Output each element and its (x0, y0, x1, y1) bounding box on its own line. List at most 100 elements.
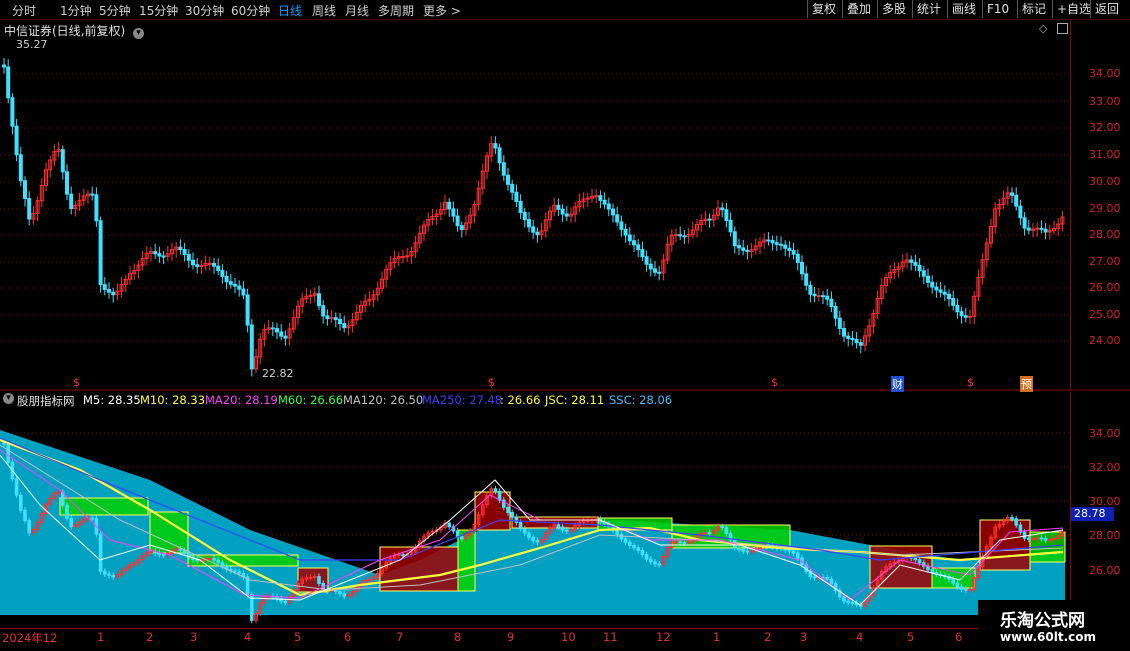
y-tick: 29.00 (1089, 202, 1121, 215)
candle (720, 207, 725, 211)
candle (60, 149, 65, 173)
candle (321, 305, 326, 317)
candle (917, 559, 922, 564)
candle (27, 198, 32, 220)
candle (65, 504, 69, 519)
candle (317, 575, 321, 584)
candle (1022, 217, 1027, 229)
candle (245, 294, 250, 326)
candle (27, 520, 31, 534)
date-label: 6 (344, 630, 352, 644)
y-tick: 32.00 (1089, 461, 1121, 474)
y-tick: 26.00 (1089, 281, 1121, 294)
candle (963, 315, 968, 318)
candle (842, 328, 846, 337)
candle (401, 256, 405, 259)
candle (157, 253, 162, 257)
candle (460, 535, 464, 540)
candle (791, 250, 796, 255)
candle (968, 315, 972, 318)
candle (455, 215, 460, 227)
candle (518, 200, 523, 213)
candle (724, 526, 729, 535)
candle (745, 550, 750, 553)
ma20-value: MA20: 28.19 (205, 393, 278, 407)
finance-report-marker[interactable]: 财 (891, 376, 904, 392)
candle (325, 315, 330, 320)
candle (737, 245, 741, 249)
candle (2, 64, 6, 68)
candle (535, 540, 540, 543)
candle (657, 563, 662, 566)
candle (212, 262, 216, 267)
date-label: 3 (190, 630, 198, 644)
candle (606, 203, 611, 210)
candle (926, 275, 930, 283)
candle (228, 281, 233, 285)
candle (556, 524, 561, 528)
candle (636, 244, 641, 251)
candle (938, 289, 943, 293)
y-tick: 34.00 (1089, 427, 1121, 440)
jsc-value: JSC: 28.11 (545, 393, 605, 407)
watermark: 乐淘公式网 www.60lt.com (978, 600, 1130, 650)
indicator-name[interactable]: 股朋指标网 (17, 393, 75, 409)
candle (182, 249, 187, 255)
m5-value: M5: 28.35 (83, 393, 141, 407)
candle (208, 558, 212, 561)
candle (90, 193, 95, 196)
candle (564, 213, 569, 217)
candle (585, 197, 590, 200)
candle (523, 528, 527, 534)
kline-chart[interactable] (0, 0, 1130, 650)
candle (6, 443, 10, 463)
candle (930, 569, 935, 574)
candle (459, 225, 464, 230)
candle (854, 339, 859, 344)
candle (623, 228, 628, 236)
candle (602, 199, 607, 205)
candle (707, 218, 712, 221)
candle (531, 536, 536, 542)
candle (1043, 538, 1048, 541)
candle (951, 298, 956, 306)
candle (770, 240, 775, 244)
candle (161, 553, 166, 556)
dividend-marker[interactable]: $ (488, 376, 495, 389)
dividend-marker[interactable]: $ (771, 376, 778, 389)
candle (506, 506, 510, 514)
candle (275, 328, 279, 333)
candle (308, 576, 313, 579)
candle (527, 219, 531, 228)
candle (1048, 539, 1052, 542)
candle (913, 261, 918, 266)
date-label: 2024年12 (2, 631, 58, 645)
candle (947, 293, 951, 300)
dividend-marker[interactable]: $ (967, 376, 974, 389)
candle (1035, 227, 1040, 230)
candle (720, 525, 725, 528)
low-price-label: 22.82 (262, 367, 294, 380)
candle (586, 520, 590, 523)
candle (1026, 227, 1031, 231)
candle (724, 209, 729, 221)
candle (959, 311, 964, 317)
candle (216, 559, 220, 564)
candle (812, 576, 817, 579)
candle (783, 244, 788, 249)
candle (619, 221, 624, 230)
candle (241, 288, 246, 296)
candle (1014, 194, 1019, 207)
line-value: : 26.66 (500, 393, 541, 407)
watermark-name: 乐淘公式网 (1000, 611, 1085, 631)
indicator-menu-icon[interactable]: ▾ (3, 393, 14, 404)
candle (1039, 537, 1044, 540)
candle (18, 154, 23, 182)
dividend-marker[interactable]: $ (73, 376, 80, 389)
candle (1022, 531, 1027, 539)
candle (682, 542, 687, 545)
candle (774, 242, 779, 245)
candle (447, 522, 451, 528)
forecast-marker[interactable]: 预 (1020, 376, 1033, 392)
candle (279, 331, 284, 337)
